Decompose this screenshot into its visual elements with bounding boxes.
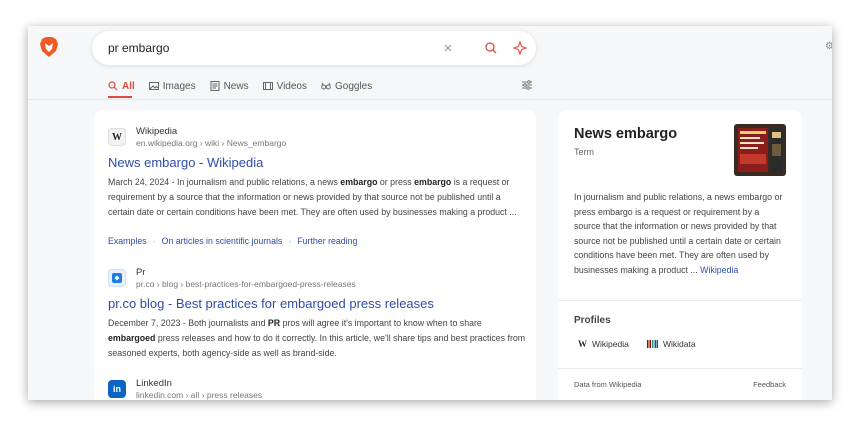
desc-text: Both journalists and [188, 318, 268, 328]
profiles-heading: Profiles [574, 315, 611, 326]
tab-label: Images [162, 80, 196, 92]
ai-sparkle-icon[interactable] [512, 40, 528, 56]
sitelink[interactable]: Further reading [297, 236, 357, 246]
separator: · [152, 236, 156, 246]
panel-divider [558, 300, 802, 301]
desc-highlight: PR [267, 318, 281, 328]
result-site-name: Wikipedia [136, 126, 178, 137]
browser-page: pr embargo ⚙ All Images News Videos Gogg… [28, 26, 832, 400]
profile-label: Wikidata [663, 339, 696, 349]
tab-all[interactable]: All [108, 78, 135, 94]
active-tab-indicator [108, 96, 132, 98]
wikidata-icon [647, 340, 658, 348]
panel-description: In journalism and public relations, a ne… [574, 190, 788, 278]
linkedin-favicon-icon: in [108, 380, 126, 398]
desc-text: In journalism and public relations, a ne… [176, 177, 341, 187]
profile-wikidata[interactable]: Wikidata [647, 339, 696, 349]
search-input[interactable]: pr embargo [108, 41, 169, 55]
result-title-link[interactable]: News embargo - Wikipedia [108, 155, 263, 170]
search-icon[interactable] [483, 40, 499, 56]
video-icon [262, 82, 273, 90]
knowledge-panel: News embargo Term In journalism and publ… [558, 110, 802, 400]
panel-description-text: In journalism and public relations, a ne… [574, 192, 783, 275]
sitelink[interactable]: On articles in scientific journals [162, 236, 283, 246]
result-date: December 7, 2023 [108, 318, 181, 328]
result-title-link[interactable]: pr.co blog - Best practices for embargoe… [108, 296, 434, 311]
result-site-name: LinkedIn [136, 378, 172, 389]
goggles-icon [321, 82, 331, 90]
result-url[interactable]: en.wikipedia.org › wiki › News_embargo [136, 138, 286, 148]
tab-news[interactable]: News [210, 78, 249, 94]
search-result: in LinkedIn linkedin.com › all › press r… [108, 378, 528, 400]
tab-images[interactable]: Images [148, 78, 196, 94]
search-result: Pr pr.co › blog › best-practices-for-emb… [108, 267, 528, 367]
search-result: W Wikipedia en.wikipedia.org › wiki › Ne… [108, 126, 528, 246]
results-list: W Wikipedia en.wikipedia.org › wiki › Ne… [94, 110, 536, 400]
brave-logo-icon[interactable] [39, 36, 59, 58]
desc-highlight: embargoed [108, 333, 156, 343]
search-bar[interactable]: pr embargo [92, 31, 536, 65]
desc-highlight: embargo [340, 177, 378, 187]
tab-label: Videos [276, 80, 307, 92]
desc-text: or press [377, 177, 415, 187]
tab-goggles[interactable]: Goggles [321, 78, 372, 94]
search-tabs: All Images News Videos Goggles [108, 78, 386, 98]
result-description: December 7, 2023 - Both journalists and … [108, 318, 526, 358]
tabs-divider [28, 99, 832, 100]
search-icon [108, 81, 118, 91]
profile-label: Wikipedia [592, 339, 629, 349]
result-description: March 24, 2024 - In journalism and publi… [108, 177, 517, 217]
image-icon [148, 82, 159, 90]
sitelink[interactable]: Examples [108, 236, 147, 246]
panel-subtitle: Term [574, 147, 594, 157]
panel-title: News embargo [574, 126, 678, 142]
desc-highlight: embargo [414, 177, 452, 187]
result-site-name: Pr [136, 267, 146, 278]
news-icon [210, 81, 220, 91]
result-url[interactable]: linkedin.com › all › press releases [136, 390, 262, 400]
separator: · [288, 236, 292, 246]
wikipedia-favicon-icon: W [108, 128, 126, 146]
tab-label: All [122, 80, 135, 92]
panel-divider [558, 368, 802, 369]
panel-thumbnail-image[interactable] [734, 124, 786, 176]
tab-videos[interactable]: Videos [262, 78, 307, 94]
feedback-link[interactable]: Feedback [753, 380, 786, 389]
result-sitelinks: Examples · On articles in scientific jou… [108, 236, 357, 246]
filter-settings-icon[interactable] [521, 79, 533, 91]
tab-label: News [223, 80, 249, 92]
profile-wikipedia[interactable]: W Wikipedia [578, 339, 629, 349]
tab-label: Goggles [335, 80, 373, 92]
result-url[interactable]: pr.co › blog › best-practices-for-embarg… [136, 279, 356, 289]
desc-text: pros will agree it's important to know w… [280, 318, 482, 328]
clear-icon[interactable] [440, 40, 456, 56]
prco-favicon-icon [108, 269, 126, 287]
settings-icon[interactable]: ⚙ [825, 41, 832, 53]
panel-source-link[interactable]: Wikipedia [700, 265, 738, 275]
result-date: March 24, 2024 [108, 177, 170, 187]
panel-data-source: Data from Wikipedia [574, 380, 642, 389]
wikipedia-icon: W [578, 339, 587, 349]
desc-text: press releases and how to do it correctl… [108, 333, 526, 358]
